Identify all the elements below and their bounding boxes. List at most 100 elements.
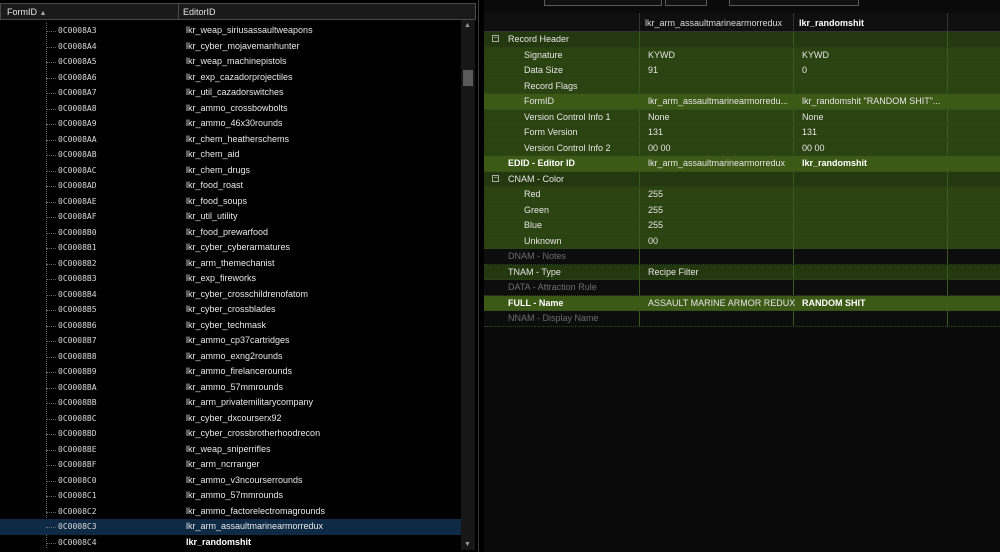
table-row[interactable]: 0C0008B0 lkr_food_prewarfood xyxy=(0,225,461,241)
record-a-value[interactable]: 255 xyxy=(648,220,663,230)
collapse-icon[interactable]: − xyxy=(492,35,499,42)
compare-row[interactable]: Version Control Info 1 None None xyxy=(484,109,1000,125)
collapse-icon[interactable]: − xyxy=(492,174,499,182)
editor-id-cell: lkr_arm_themechanist xyxy=(186,257,275,268)
record-a-value[interactable]: 91 xyxy=(648,65,658,75)
compare-row[interactable]: DNAM - Notes xyxy=(484,249,1000,265)
compare-grid: − Record Header Signature KYWD KYWD Data Size… xyxy=(484,32,1000,327)
record-a-value[interactable]: 00 00 xyxy=(648,143,671,153)
compare-row[interactable]: NNAM - Display Name xyxy=(484,311,1000,327)
field-label: EDID - Editor ID xyxy=(508,158,575,168)
table-row[interactable]: 0C0008B7 lkr_ammo_cp37cartridges xyxy=(0,333,461,349)
record-a-value[interactable]: lkr_arm_assaultmarinearmorredux xyxy=(648,158,785,168)
toolbar-field-2[interactable] xyxy=(665,0,707,6)
form-id-cell: 0C0008AE xyxy=(58,196,97,206)
table-row[interactable]: 0C0008BB lkr_arm_privatemilitarycompany xyxy=(0,395,461,411)
editor-id-cell: lkr_ammo_exng2rounds xyxy=(186,350,283,361)
compare-row[interactable]: Record Flags xyxy=(484,78,1000,94)
table-row[interactable]: 0C0008A5 lkr_weap_machinepistols xyxy=(0,54,461,70)
table-row[interactable]: 0C0008B2 lkr_arm_themechanist xyxy=(0,256,461,272)
record-b-value[interactable]: lkr_randomshit xyxy=(802,158,867,168)
record-a-value[interactable]: ASSAULT MARINE ARMOR REDUX xyxy=(648,298,795,308)
table-row[interactable]: 0C0008AB lkr_chem_aid xyxy=(0,147,461,163)
table-row[interactable]: 0C0008BF lkr_arm_ncrranger xyxy=(0,457,461,473)
record-a-value[interactable]: Recipe Filter xyxy=(648,267,699,277)
table-row[interactable]: 0C0008B4 lkr_cyber_crosschildrenofatom xyxy=(0,287,461,303)
table-row[interactable]: 0C0008B9 lkr_ammo_firelancerounds xyxy=(0,364,461,380)
toolbar-field-3[interactable] xyxy=(729,0,859,6)
form-id-cell: 0C0008B6 xyxy=(58,320,97,330)
record-b-column-header[interactable]: lkr_randomshit xyxy=(799,18,864,28)
scroll-up-icon[interactable]: ▲ xyxy=(464,22,471,29)
compare-row[interactable]: − CNAM - Color xyxy=(484,171,1000,187)
field-label: Red xyxy=(524,189,541,199)
compare-row[interactable]: EDID - Editor ID lkr_arm_assaultmarinearm… xyxy=(484,156,1000,172)
table-row[interactable]: 0C0008B8 lkr_ammo_exng2rounds xyxy=(0,349,461,365)
table-row[interactable]: 0C0008A8 lkr_ammo_crossbowbolts xyxy=(0,101,461,117)
table-row[interactable]: 0C0008AF lkr_util_utility xyxy=(0,209,461,225)
compare-row[interactable]: Form Version 131 131 xyxy=(484,125,1000,141)
table-row[interactable]: 0C0008BC lkr_cyber_dxcourserx92 xyxy=(0,411,461,427)
editor-id-cell: lkr_ammo_firelancerounds xyxy=(186,366,293,376)
compare-row[interactable]: − Record Header xyxy=(484,32,1000,48)
record-a-value[interactable]: 255 xyxy=(648,189,663,199)
compare-row[interactable]: Version Control Info 2 00 00 00 00 xyxy=(484,140,1000,156)
record-b-value[interactable]: 0 xyxy=(802,65,807,75)
form-id-cell: 0C0008B4 xyxy=(58,289,97,299)
field-label: DATA - Attraction Rule xyxy=(508,282,597,292)
record-list-panel: FormID ▲ EditorID 0C0008A3 lkr_weap_siriu… xyxy=(0,0,479,552)
compare-row[interactable]: FULL - Name ASSAULT MARINE ARMOR REDUX RAN… xyxy=(484,295,1000,311)
record-b-value[interactable]: lkr_randomshit "RANDOM SHIT"... xyxy=(802,96,940,106)
compare-row[interactable]: Unknown 00 xyxy=(484,233,1000,249)
table-row[interactable]: 0C0008AC lkr_chem_drugs xyxy=(0,163,461,179)
table-row[interactable]: 0C0008A7 lkr_util_cazadorswitches xyxy=(0,85,461,101)
record-a-value[interactable]: 131 xyxy=(648,127,663,137)
table-row[interactable]: 0C0008A9 lkr_ammo_46x30rounds xyxy=(0,116,461,132)
record-b-value[interactable]: 00 00 xyxy=(802,143,825,153)
table-row[interactable]: 0C0008C4 lkr_randomshit xyxy=(0,535,461,551)
compare-row[interactable]: Red 255 xyxy=(484,187,1000,203)
record-a-value[interactable]: 00 xyxy=(648,236,658,246)
editorid-column-header[interactable]: EditorID xyxy=(183,7,216,17)
record-b-value[interactable]: 131 xyxy=(802,127,817,137)
scroll-down-icon[interactable]: ▼ xyxy=(464,541,471,548)
formid-column-header[interactable]: FormID ▲ xyxy=(7,7,46,17)
table-row[interactable]: 0C0008BE lkr_weap_sniperrifles xyxy=(0,442,461,458)
table-row[interactable]: 0C0008AE lkr_food_soups xyxy=(0,194,461,210)
compare-row[interactable]: DATA - Attraction Rule xyxy=(484,280,1000,296)
compare-row[interactable]: TNAM - Type Recipe Filter xyxy=(484,264,1000,280)
record-a-value[interactable]: None xyxy=(648,112,670,122)
compare-row[interactable]: Data Size 91 0 xyxy=(484,63,1000,79)
field-label: Green xyxy=(524,204,550,215)
record-a-value[interactable]: lkr_arm_assaultmarinearmorredu... xyxy=(648,96,788,106)
table-row[interactable]: 0C0008A6 lkr_exp_cazadorprojectiles xyxy=(0,70,461,86)
table-row[interactable]: 0C0008B3 lkr_exp_fireworks xyxy=(0,271,461,287)
scrollbar-thumb[interactable] xyxy=(463,70,473,86)
table-row[interactable]: 0C0008C0 lkr_ammo_v3ncourserrounds xyxy=(0,473,461,489)
table-row[interactable]: 0C0008C3 lkr_arm_assaultmarinearmorredux xyxy=(0,519,461,535)
table-row[interactable]: 0C0008AD lkr_food_roast xyxy=(0,178,461,194)
compare-row[interactable]: FormID lkr_arm_assaultmarinearmorredu... l… xyxy=(484,94,1000,110)
table-row[interactable]: 0C0008BA lkr_ammo_57mmrounds xyxy=(0,380,461,396)
form-id-cell: 0C0008A6 xyxy=(58,72,97,82)
toolbar-field-1[interactable] xyxy=(544,0,662,6)
list-scrollbar[interactable]: ▲ ▼ xyxy=(461,20,475,550)
table-row[interactable]: 0C0008B1 lkr_cyber_cyberarmatures xyxy=(0,240,461,256)
record-b-value[interactable]: None xyxy=(802,112,824,122)
compare-row[interactable]: Signature KYWD KYWD xyxy=(484,47,1000,63)
record-a-value[interactable]: 255 xyxy=(648,205,663,215)
table-row[interactable]: 0C0008C1 lkr_ammo_57mmrounds xyxy=(0,488,461,504)
record-b-value[interactable]: KYWD xyxy=(802,50,829,60)
record-a-value[interactable]: KYWD xyxy=(648,50,675,60)
compare-row[interactable]: Green 255 xyxy=(484,202,1000,218)
table-row[interactable]: 0C0008B5 lkr_cyber_crossblades xyxy=(0,302,461,318)
table-row[interactable]: 0C0008AA lkr_chem_heatherschems xyxy=(0,132,461,148)
compare-row[interactable]: Blue 255 xyxy=(484,218,1000,234)
table-row[interactable]: 0C0008A4 lkr_cyber_mojavemanhunter xyxy=(0,39,461,55)
table-row[interactable]: 0C0008B6 lkr_cyber_techmask xyxy=(0,318,461,334)
table-row[interactable]: 0C0008BD lkr_cyber_crossbrotherhoodrecon xyxy=(0,426,461,442)
table-row[interactable]: 0C0008C2 lkr_ammo_factorelectromagrounds xyxy=(0,504,461,520)
record-a-column-header[interactable]: lkr_arm_assaultmarinearmorredux xyxy=(645,18,782,28)
record-b-value[interactable]: RANDOM SHIT xyxy=(802,298,866,308)
table-row[interactable]: 0C0008A3 lkr_weap_siriusassaultweapons xyxy=(0,23,461,39)
